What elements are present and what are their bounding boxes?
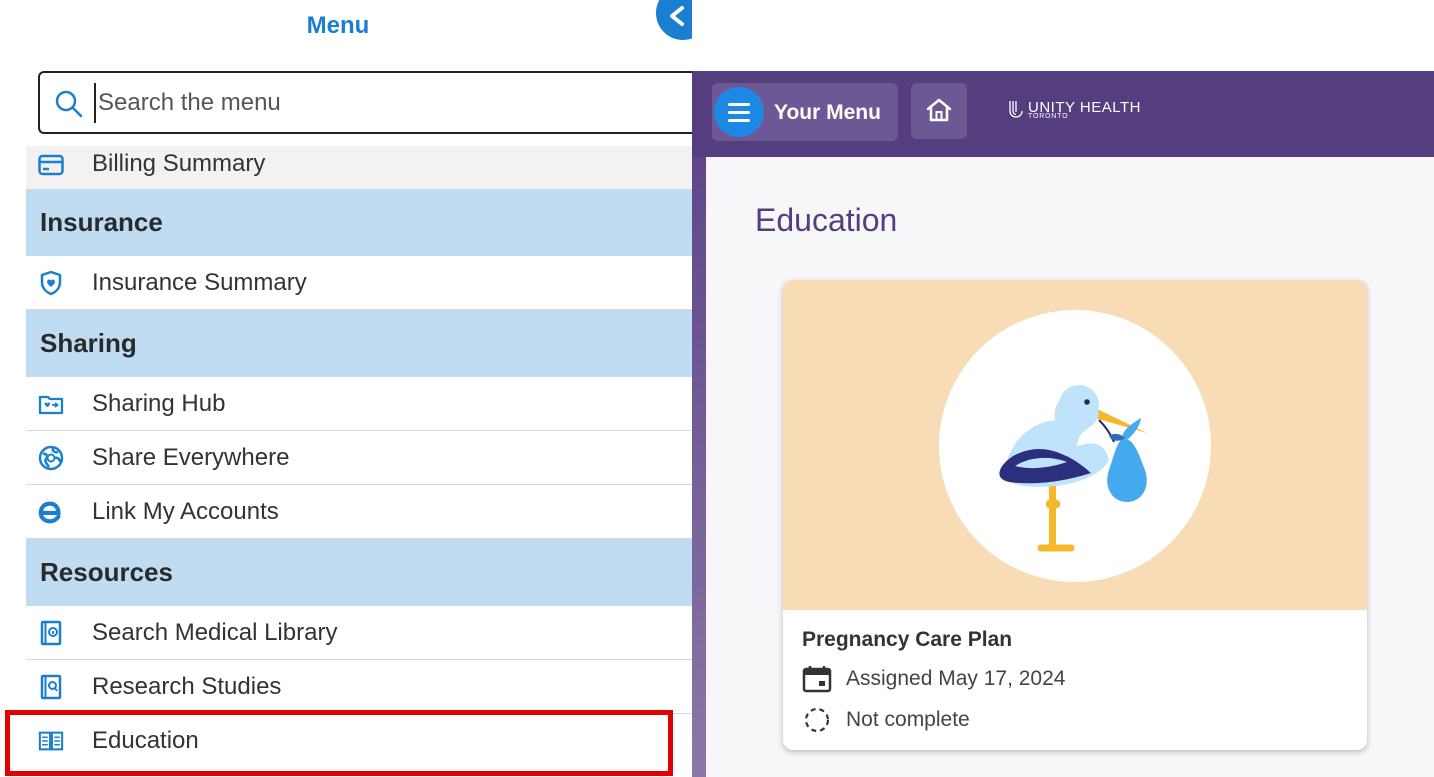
app-panel: Your Menu UNITY HEALTH TORONTO Education — [692, 71, 1434, 777]
card-title: Pregnancy Care Plan — [802, 628, 1013, 651]
menu-item-label: Education — [92, 727, 199, 754]
library-book-icon — [38, 620, 64, 646]
open-book-icon — [38, 728, 64, 754]
app-frame-edge — [692, 71, 706, 777]
section-header-insurance: Insurance — [26, 189, 692, 256]
menu-item-label: Link My Accounts — [92, 497, 279, 525]
folder-share-icon — [38, 391, 64, 417]
your-menu-button[interactable]: Your Menu — [712, 83, 898, 141]
shield-heart-icon — [38, 270, 64, 296]
menu-item-label: Research Studies — [92, 672, 282, 700]
card-status-text: Not complete — [846, 708, 970, 731]
card-assigned-text: Assigned May 17, 2024 — [846, 667, 1066, 690]
section-header-resources: Resources — [26, 539, 692, 606]
stork-illustration-icon — [999, 385, 1147, 552]
menu-item-share-everywhere[interactable]: Share Everywhere — [26, 431, 692, 485]
calendar-icon — [802, 665, 832, 693]
search-input[interactable] — [94, 83, 684, 123]
hamburger-icon — [714, 87, 764, 137]
home-icon — [926, 98, 952, 122]
research-book-icon — [38, 674, 64, 700]
menu-panel: Menu Billing Summary Insurance — [0, 0, 692, 777]
card-assigned-row: Assigned May 17, 2024 — [802, 665, 1065, 693]
menu-item-search-medical-library[interactable]: Search Medical Library — [26, 606, 692, 660]
menu-item-label: Share Everywhere — [92, 443, 290, 471]
menu-item-billing-summary[interactable]: Billing Summary — [26, 146, 692, 189]
menu-item-label: Insurance Summary — [92, 268, 307, 296]
page-title: Education — [755, 202, 898, 238]
hero-circle — [939, 310, 1211, 582]
menu-item-label: Search Medical Library — [92, 618, 338, 646]
menu-item-label: Billing Summary — [92, 150, 266, 177]
menu-item-link-my-accounts[interactable]: Link My Accounts — [26, 485, 692, 539]
your-menu-label: Your Menu — [774, 101, 881, 124]
home-button[interactable] — [911, 83, 967, 139]
education-card[interactable]: Pregnancy Care Plan Assigned May 17, 202… — [783, 280, 1367, 750]
menu-item-research-studies[interactable]: Research Studies — [26, 660, 692, 714]
dashed-circle-icon — [802, 706, 832, 734]
globe-share-icon — [38, 445, 64, 471]
search-icon — [55, 90, 83, 118]
back-arrow-icon — [670, 6, 684, 26]
menu-item-insurance-summary[interactable]: Insurance Summary — [26, 256, 692, 310]
menu-item-label: Sharing Hub — [92, 389, 226, 417]
card-hero — [783, 280, 1367, 610]
unity-health-logo-icon — [1009, 101, 1023, 118]
search-box — [38, 71, 692, 134]
menu-item-sharing-hub[interactable]: Sharing Hub — [26, 377, 692, 431]
section-header-sharing: Sharing — [26, 310, 692, 377]
top-bar: Your Menu UNITY HEALTH TORONTO — [692, 71, 1434, 157]
credit-card-icon — [38, 152, 64, 178]
menu-title: Menu — [306, 12, 370, 39]
link-e-icon — [38, 499, 64, 525]
menu-item-education[interactable]: Education — [26, 714, 692, 768]
card-status-row: Not complete — [802, 706, 970, 734]
menu-list: Billing Summary Insurance Insurance Summ… — [26, 146, 692, 768]
brand-subtitle: TORONTO — [1028, 113, 1069, 120]
